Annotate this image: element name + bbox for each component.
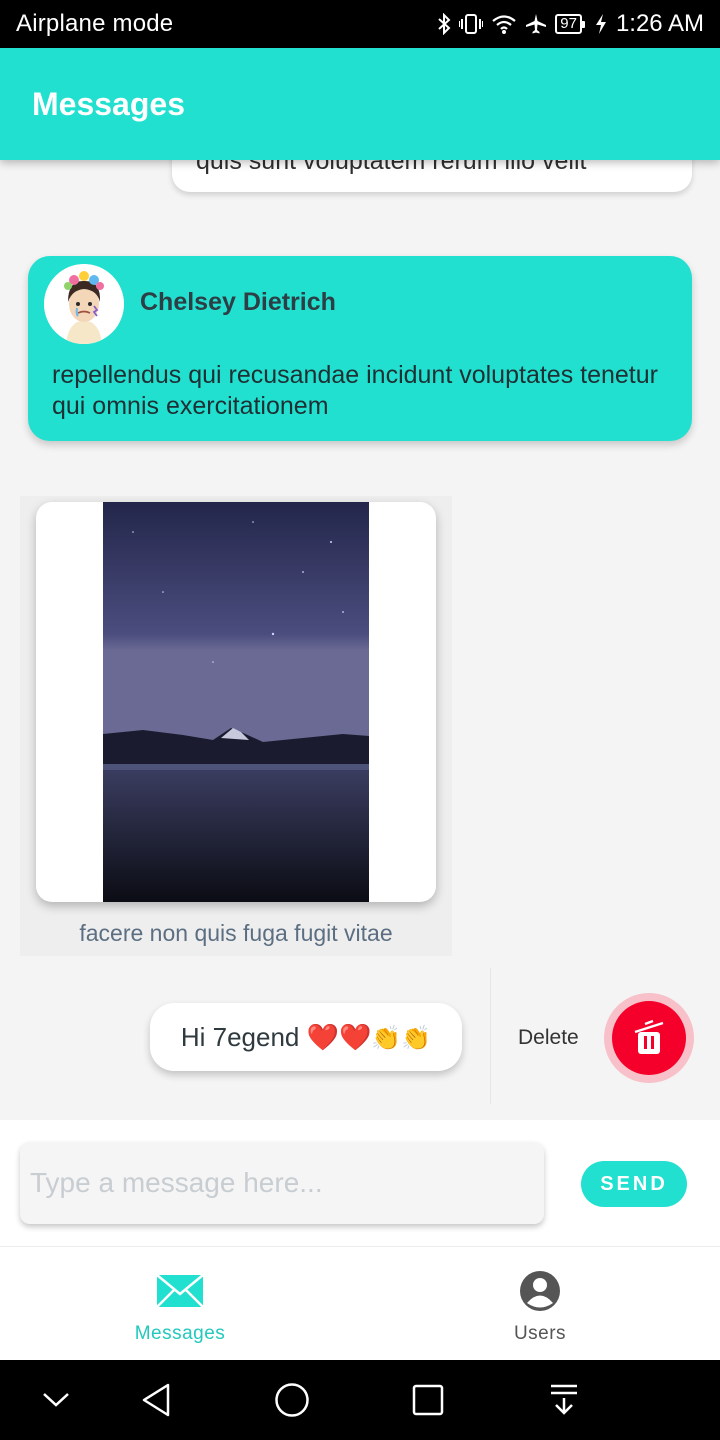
recents-icon[interactable] <box>408 1380 448 1420</box>
system-nav-bar <box>0 1360 720 1440</box>
user-circle-icon <box>516 1269 564 1313</box>
image-caption: facere non quis fuga fugit vitae <box>79 920 393 946</box>
message-list[interactable]: quis sunt voluptatem rerum illo velit Ch… <box>0 160 720 1120</box>
received-message-card[interactable]: Chelsey Dietrich repellendus qui recusan… <box>28 256 692 441</box>
wifi-icon <box>491 12 517 36</box>
charging-icon <box>594 12 608 36</box>
sent-message-bubble[interactable]: Hi 7egend ❤️❤️👏👏 <box>150 1003 462 1071</box>
vibrate-icon <box>459 12 484 36</box>
delete-label: Delete <box>518 1026 579 1049</box>
back-icon[interactable] <box>136 1380 176 1420</box>
airplane-mode-label: Airplane mode <box>16 10 174 37</box>
night-sky-photo[interactable] <box>103 502 369 902</box>
bluetooth-icon <box>437 12 451 36</box>
composer: SEND <box>0 1120 720 1246</box>
image-card[interactable] <box>36 502 436 902</box>
sent-text: Hi 7egend <box>180 1021 300 1052</box>
clap-emoji: 👏 <box>401 1023 432 1052</box>
app-header: Messages <box>0 48 720 160</box>
status-icons: 97 1:26 AM <box>437 10 704 38</box>
message-text: quis sunt voluptatem rerum illo velit <box>196 160 587 175</box>
message-text: Hi 7egend ❤️❤️👏👏 <box>181 1022 431 1053</box>
chat-screen: Airplane mode 97 1:26 AM Messages quis s… <box>0 0 720 1440</box>
message-bubble-partial[interactable]: quis sunt voluptatem rerum illo velit <box>172 160 692 192</box>
page-title: Messages <box>32 85 185 122</box>
home-icon[interactable] <box>272 1380 312 1420</box>
clap-emoji: 👏 <box>371 1023 402 1052</box>
heart-emoji: ❤️ <box>339 1021 372 1052</box>
message-text: repellendus qui recusandae incidunt volu… <box>52 361 658 420</box>
delete-button[interactable] <box>612 1001 686 1075</box>
airplane-icon <box>525 12 547 36</box>
avatar[interactable] <box>44 264 124 344</box>
envelope-icon <box>156 1269 204 1313</box>
bottom-nav: Messages Users <box>0 1246 720 1360</box>
image-message[interactable]: facere non quis fuga fugit vitae <box>20 496 452 956</box>
status-bar: Airplane mode 97 1:26 AM <box>0 0 720 48</box>
chevron-down-icon[interactable] <box>36 1380 76 1420</box>
send-button[interactable]: SEND <box>581 1161 687 1207</box>
trash-icon <box>634 1019 664 1054</box>
swipe-divider <box>490 968 491 1104</box>
sender-name: Chelsey Dietrich <box>140 288 336 316</box>
clock: 1:26 AM <box>615 10 704 37</box>
message-input[interactable] <box>20 1142 544 1224</box>
notification-pull-icon[interactable] <box>544 1380 584 1420</box>
nav-item-users[interactable]: Users <box>360 1247 720 1360</box>
battery-indicator: 97 <box>555 14 585 34</box>
nav-label-users: Users <box>513 1323 567 1344</box>
nav-item-messages[interactable]: Messages <box>0 1247 360 1360</box>
avatar-illustration <box>44 264 124 344</box>
heart-emoji: ❤️ <box>306 1021 339 1052</box>
nav-label-messages: Messages <box>134 1323 226 1344</box>
